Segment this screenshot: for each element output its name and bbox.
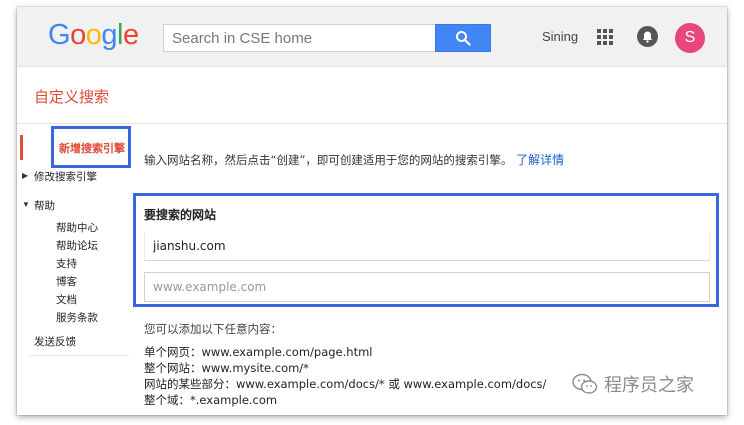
bell-icon[interactable] bbox=[637, 26, 658, 47]
divider bbox=[17, 123, 727, 124]
logo-letter: o bbox=[70, 19, 86, 51]
site-url-field[interactable] bbox=[144, 231, 710, 261]
page-title: 自定义搜索 bbox=[34, 88, 110, 106]
sidebar-item-support[interactable]: 支持 bbox=[56, 256, 77, 271]
watermark: 程序员之家 bbox=[572, 371, 694, 397]
google-logo[interactable]: Google bbox=[48, 21, 139, 50]
example-line: 整个网站：www.mysite.com/* bbox=[144, 361, 309, 375]
sidebar-item-help-center[interactable]: 帮助中心 bbox=[56, 220, 98, 235]
examples-heading: 您可以添加以下任意内容： bbox=[144, 322, 282, 336]
sidebar-item-help-forum[interactable]: 帮助论坛 bbox=[56, 238, 98, 253]
sidebar-item-new-engine[interactable]: 新增搜索引擎 bbox=[59, 140, 125, 156]
search-input[interactable] bbox=[163, 24, 435, 52]
sidebar-item-edit-engine[interactable]: 修改搜索引擎 bbox=[34, 169, 97, 184]
logo-letter: o bbox=[85, 19, 102, 51]
logo-letter: g bbox=[101, 19, 117, 51]
apps-grid-icon[interactable] bbox=[597, 29, 613, 45]
intro-description: 输入网站名称，然后点击“创建”，即可创建适用于您的网站的搜索引擎。 bbox=[144, 153, 513, 167]
sidebar-item-terms[interactable]: 服务条款 bbox=[56, 310, 98, 325]
divider bbox=[29, 355, 129, 356]
avatar[interactable]: S bbox=[675, 23, 705, 53]
active-indicator bbox=[20, 135, 23, 160]
learn-more-link[interactable]: 了解详情 bbox=[516, 153, 564, 167]
wechat-icon bbox=[572, 373, 598, 394]
example-line: 整个域：*.example.com bbox=[144, 393, 278, 407]
expand-right-icon[interactable]: ▶ bbox=[22, 171, 28, 180]
search-button[interactable] bbox=[435, 24, 491, 52]
user-name[interactable]: Sining bbox=[542, 29, 578, 44]
sidebar-item-help[interactable]: 帮助 bbox=[34, 198, 55, 213]
example-line: 网站的某些部分：www.example.com/docs/* 或 www.exa… bbox=[144, 377, 547, 391]
site-url-field-empty[interactable] bbox=[144, 272, 710, 302]
intro-text: 输入网站名称，然后点击“创建”，即可创建适用于您的网站的搜索引擎。 了解详情 bbox=[144, 151, 564, 168]
search-icon bbox=[456, 31, 471, 46]
sites-to-search-label: 要搜索的网站 bbox=[144, 208, 217, 222]
browser-frame: Google Sining S 自定义搜索 新增搜索引擎 ▶ 修改搜索引擎 ▼ … bbox=[17, 7, 727, 415]
example-line: 单个网页：www.example.com/page.html bbox=[144, 345, 373, 359]
sidebar-item-docs[interactable]: 文档 bbox=[56, 292, 77, 307]
logo-letter: e bbox=[122, 19, 139, 51]
watermark-text: 程序员之家 bbox=[604, 375, 694, 396]
expand-down-icon[interactable]: ▼ bbox=[22, 200, 30, 209]
sidebar-item-blog[interactable]: 博客 bbox=[56, 274, 77, 289]
top-bar: Google Sining S bbox=[17, 7, 727, 67]
logo-letter: G bbox=[48, 19, 71, 51]
sidebar-item-feedback[interactable]: 发送反馈 bbox=[34, 334, 76, 349]
